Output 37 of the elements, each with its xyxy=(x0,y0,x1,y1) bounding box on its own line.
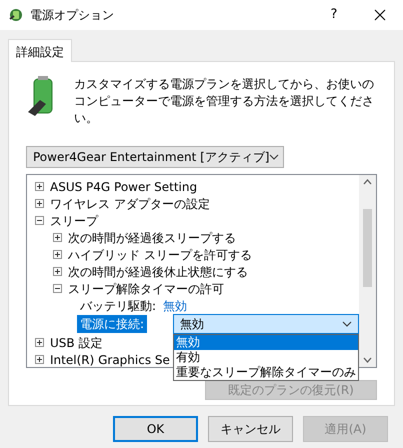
scrollbar-thumb[interactable] xyxy=(363,209,372,287)
tree-item[interactable]: Intel(R) Graphics Se xyxy=(50,350,170,368)
setting-value-link[interactable]: 無効 xyxy=(163,296,188,314)
plan-dropdown[interactable]: Power4Gear Entertainment [アクティブ] xyxy=(26,146,284,168)
dropdown-option[interactable]: 有効 xyxy=(174,350,358,365)
tree-item[interactable]: ASUS P4G Power Setting xyxy=(50,178,198,196)
collapse-icon[interactable] xyxy=(35,216,44,225)
expand-icon[interactable] xyxy=(53,250,62,259)
close-icon[interactable] xyxy=(374,9,386,21)
expand-icon[interactable] xyxy=(35,338,44,347)
tree-item[interactable]: 次の時間が経過後スリープする xyxy=(68,228,236,246)
dialog-button[interactable]: OK xyxy=(113,416,198,442)
tab[interactable]: 詳細設定 xyxy=(8,39,72,62)
expand-icon[interactable] xyxy=(35,355,44,364)
chevron-down-icon xyxy=(342,321,352,327)
tree-item[interactable]: スリープ xyxy=(50,212,98,230)
expand-icon[interactable] xyxy=(53,233,62,242)
chevron-down-icon xyxy=(269,154,280,160)
expand-icon[interactable] xyxy=(35,199,44,208)
expand-icon[interactable] xyxy=(53,267,62,276)
dropdown-option[interactable]: 無効 xyxy=(174,335,358,350)
tree-item[interactable]: USB 設定 xyxy=(50,334,102,352)
scrollbar[interactable] xyxy=(359,175,376,367)
window-title: 電源オプション xyxy=(30,7,114,24)
tree-item[interactable]: スリープ解除タイマーの許可 xyxy=(68,280,224,298)
setting-label[interactable]: 電源に接続: xyxy=(77,315,148,333)
setting-label[interactable]: バッテリ駆動: xyxy=(77,296,160,314)
power-icon xyxy=(8,7,24,23)
tree-item[interactable]: ハイブリッド スリープを許可する xyxy=(68,246,252,264)
expand-icon[interactable] xyxy=(35,182,44,191)
tree-item[interactable]: 次の時間が経過後休止状態にする xyxy=(68,262,248,280)
dialog-button[interactable]: キャンセル xyxy=(208,416,293,442)
collapse-icon[interactable] xyxy=(53,284,62,293)
tree-item[interactable]: ワイヤレス アダプターの設定 xyxy=(50,194,210,212)
dropdown-option[interactable]: 重要なスリープ解除タイマーのみ xyxy=(174,365,358,380)
help-button[interactable]: ? xyxy=(311,5,357,25)
description-text: カスタマイズする電源プランを選択してから、お使いのコンピューターで電源を管理する方法を選択してください。 xyxy=(74,76,375,127)
